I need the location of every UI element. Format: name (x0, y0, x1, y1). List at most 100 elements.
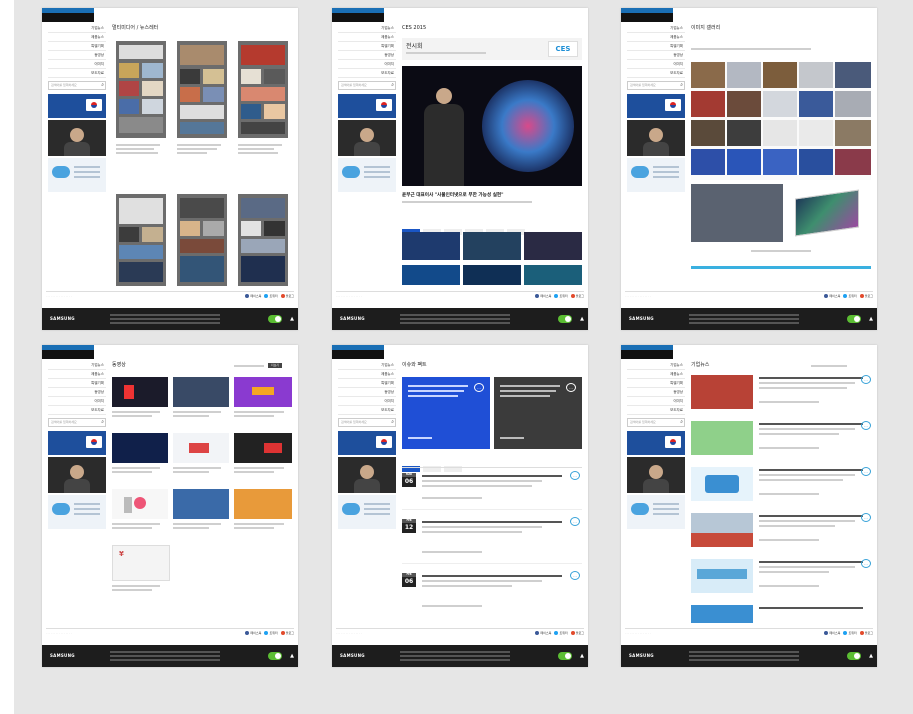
sidebar-item[interactable]: 이미지 (627, 60, 685, 69)
toggle-switch[interactable] (558, 652, 572, 660)
sns-label[interactable]: 트위터 (848, 294, 856, 298)
sns-label[interactable]: 페이스북 (250, 294, 261, 298)
gallery-photo[interactable] (763, 120, 797, 146)
sidebar-item[interactable]: 특별기획 (338, 42, 396, 51)
search-input[interactable]: 검색어를 입력하세요 ⌕ (627, 418, 685, 427)
site-logo[interactable] (621, 8, 673, 22)
cloud-banner[interactable] (48, 158, 106, 192)
sidebar-item[interactable]: 기업뉴스 (627, 361, 685, 370)
news-thumbnail[interactable] (691, 467, 753, 501)
search-icon[interactable]: ⌕ (101, 82, 104, 89)
scroll-top-icon[interactable]: ▲ (869, 645, 873, 667)
sidebar-item[interactable]: 제품뉴스 (338, 33, 396, 42)
video-banner[interactable] (338, 457, 396, 493)
sidebar-item[interactable]: 이미지 (627, 397, 685, 406)
sns-links[interactable]: 페이스북 트위터 블로그 (532, 631, 584, 635)
sidebar-item[interactable]: 동영상 (48, 388, 106, 397)
gallery-photo[interactable] (763, 62, 797, 88)
gallery-photo[interactable] (727, 120, 761, 146)
twitter-icon[interactable] (843, 631, 848, 635)
sns-label[interactable]: 트위터 (559, 294, 567, 298)
gallery-photo[interactable] (727, 91, 761, 117)
gallery-photo[interactable] (691, 62, 725, 88)
sidebar-item[interactable]: 이미지 (338, 397, 396, 406)
blog-icon[interactable] (280, 631, 285, 635)
scroll-top-icon[interactable]: ▲ (580, 308, 584, 330)
featured-issue-card[interactable]: … (494, 377, 582, 449)
sidebar-item[interactable]: 보도자료 (48, 69, 106, 78)
page-thumbnail-video[interactable]: 기업뉴스 제품뉴스 특별기획 동영상 이미지 보도자료 검색어를 입력하세요 ⌕ … (42, 345, 298, 667)
sidebar-item[interactable]: 제품뉴스 (627, 370, 685, 379)
sidebar-item[interactable]: 이미지 (48, 60, 106, 69)
thumbnail-image[interactable] (524, 232, 582, 260)
sns-label[interactable]: 블로그 (576, 631, 584, 635)
newsletter-card[interactable] (116, 194, 166, 286)
sns-label[interactable]: 페이스북 (829, 294, 840, 298)
site-logo[interactable] (42, 345, 94, 359)
sns-links[interactable]: 페이스북 트위터 블로그 (821, 631, 873, 635)
cloud-banner[interactable] (338, 495, 396, 529)
site-logo[interactable] (621, 345, 673, 359)
news-thumbnail[interactable] (691, 513, 753, 547)
sns-label[interactable]: 트위터 (559, 631, 567, 635)
thumbnail-image[interactable] (463, 265, 521, 285)
search-input[interactable]: 검색어를 입력하세요 ⌕ (338, 418, 396, 427)
comment-icon[interactable]: … (570, 571, 580, 580)
blog-icon[interactable] (859, 294, 864, 298)
sns-label[interactable]: 트위터 (269, 294, 277, 298)
sidebar-item[interactable]: 보도자료 (48, 406, 106, 415)
gallery-feature-photo[interactable] (787, 184, 871, 242)
sidebar-item[interactable]: 제품뉴스 (338, 370, 396, 379)
video-banner[interactable] (48, 120, 106, 156)
blog-icon[interactable] (859, 631, 864, 635)
facebook-icon[interactable] (535, 631, 540, 635)
site-logo[interactable] (332, 345, 384, 359)
footer-brand[interactable]: SAMSUNG (340, 308, 365, 330)
flag-banner[interactable] (627, 94, 685, 118)
search-icon[interactable]: ⌕ (391, 419, 394, 426)
blog-icon[interactable] (280, 294, 285, 298)
sidebar-item[interactable]: 기업뉴스 (338, 361, 396, 370)
sidebar-item[interactable]: 보도자료 (627, 406, 685, 415)
flag-banner[interactable] (338, 431, 396, 455)
thumbnail-image[interactable] (402, 265, 460, 285)
scroll-top-icon[interactable]: ▲ (290, 645, 294, 667)
facebook-icon[interactable] (535, 294, 540, 298)
sidebar-item[interactable]: 기업뉴스 (627, 24, 685, 33)
search-icon[interactable]: ⌕ (101, 419, 104, 426)
sidebar-item[interactable]: 동영상 (338, 51, 396, 60)
gallery-photo[interactable] (727, 62, 761, 88)
sidebar-item[interactable]: 특별기획 (48, 379, 106, 388)
video-thumbnail[interactable] (112, 433, 168, 463)
video-banner[interactable] (627, 120, 685, 156)
gallery-photo[interactable] (835, 62, 871, 88)
gallery-photo[interactable] (835, 120, 871, 146)
search-icon[interactable]: ⌕ (680, 82, 683, 89)
gallery-photo[interactable] (799, 149, 833, 175)
search-input[interactable]: 검색어를 입력하세요 ⌕ (48, 418, 106, 427)
video-thumbnail[interactable] (112, 377, 168, 407)
video-banner[interactable] (48, 457, 106, 493)
hero-image[interactable] (402, 66, 582, 186)
twitter-icon[interactable] (843, 294, 848, 298)
video-thumbnail[interactable] (173, 377, 229, 407)
comment-icon[interactable]: … (861, 467, 871, 476)
video-thumbnail[interactable] (112, 489, 168, 519)
sidebar-item[interactable]: 기업뉴스 (48, 24, 106, 33)
gallery-feature-photo[interactable] (691, 184, 783, 242)
sidebar-item[interactable]: 동영상 (627, 388, 685, 397)
site-logo[interactable] (332, 8, 384, 22)
toggle-switch[interactable] (847, 652, 861, 660)
sidebar-item[interactable]: 기업뉴스 (48, 361, 106, 370)
scroll-top-icon[interactable]: ▲ (869, 308, 873, 330)
gallery-photo[interactable] (763, 91, 797, 117)
cloud-banner[interactable] (627, 158, 685, 192)
page-thumbnail-corporate-news[interactable]: 기업뉴스 제품뉴스 특별기획 동영상 이미지 보도자료 검색어를 입력하세요 ⌕ … (621, 345, 877, 667)
blog-icon[interactable] (570, 294, 575, 298)
search-input[interactable]: 검색어를 입력하세요 ⌕ (48, 81, 106, 90)
thumbnail-image[interactable] (463, 232, 521, 260)
sns-label[interactable]: 트위터 (848, 631, 856, 635)
comment-icon[interactable]: … (861, 421, 871, 430)
sidebar-item[interactable]: 이미지 (338, 60, 396, 69)
twitter-icon[interactable] (264, 631, 269, 635)
